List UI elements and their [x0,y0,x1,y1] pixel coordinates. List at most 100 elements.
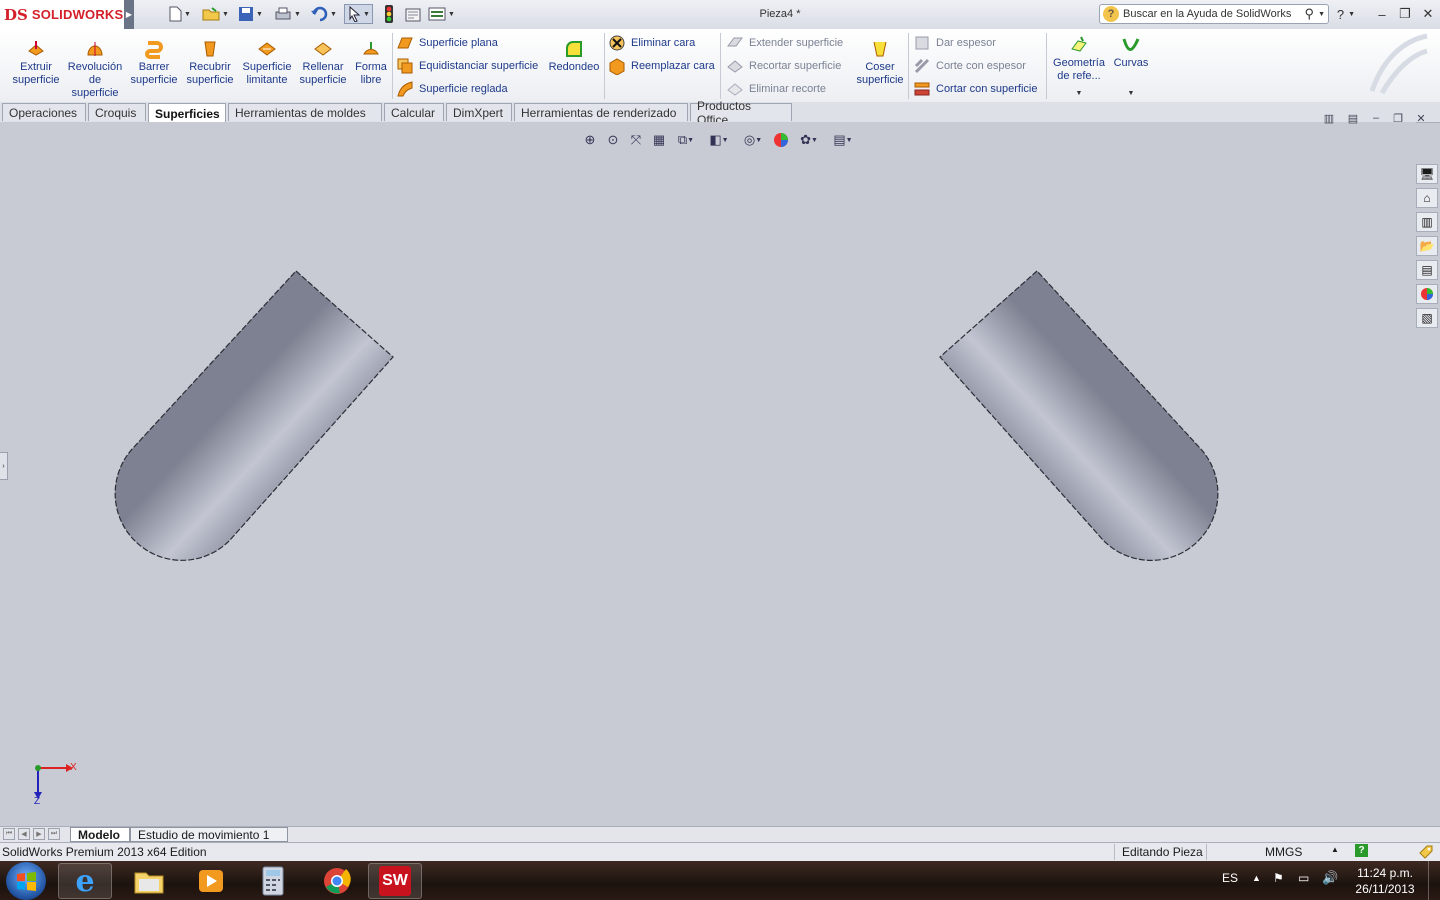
tab-croquis[interactable]: Croquis [88,103,146,121]
surface-cut-button[interactable]: Cortar con superficie [913,79,1038,99]
revolve-surface-button[interactable]: Revolución de superficie [66,39,124,100]
extrude-surface-label: Extruir superficie [12,61,60,86]
extrude-surface-icon [28,41,44,56]
language-indicator[interactable]: ES [1222,871,1238,885]
search-icon[interactable]: ⚲ [1305,6,1315,22]
first-tab-icon[interactable]: ⏮ [3,828,15,840]
right-surface-body[interactable] [939,270,1219,561]
help-search-input[interactable]: Buscar en la Ayuda de SolidWorks [1123,8,1291,20]
ruled-surface-button[interactable]: Superficie reglada [396,79,508,99]
extrude-surface-button[interactable]: Extruir superficie [8,39,64,87]
custom-properties-icon[interactable]: ▧ [1416,308,1438,328]
rebuild-button[interactable] [384,4,394,24]
taskbar-solidworks[interactable]: SW [368,863,422,899]
view-palette-icon[interactable]: ▤ [1416,260,1438,280]
boundary-surface-label: Superficie limitante [242,61,292,86]
curves-label: Curvas [1113,57,1149,69]
graphics-area[interactable]: ⊕ ⊙ ⤧ ▦ ⧉▼ ◧▼ ◎▼ ✿▼ ▤▼ ▥ ▤ – ❐ ✕ › [0,112,1426,826]
help-search-box[interactable]: ? Buscar en la Ayuda de SolidWorks ⚲ ▼ [1099,4,1329,24]
taskbar-file-explorer[interactable] [122,863,176,899]
tab-herramientas-de-renderizado[interactable]: Herramientas de renderizado [514,103,688,121]
show-desktop-button[interactable] [1428,861,1440,900]
reference-geometry-dropdown-icon[interactable]: ▼ [1076,87,1083,100]
title-bar: DS SOLIDWORKS ▶ ▼ ▼ ▼ ▼ ▼ ▼ ▼ Pieza4 * ?… [0,0,1440,30]
planar-surface-button[interactable]: Superficie plana [396,33,498,53]
clock-date[interactable]: 26/11/2013 [1350,882,1420,896]
tab-superficies[interactable]: Superficies [148,103,226,123]
volume-icon[interactable]: 🔊 [1322,870,1338,886]
untrim-surface-button[interactable]: Eliminar recorte [726,79,826,99]
tab-productos-office[interactable]: Productos Office [690,99,792,127]
save-button[interactable]: ▼ [238,4,263,24]
file-explorer-icon[interactable]: 📂 [1416,236,1438,256]
open-button[interactable]: ▼ [202,4,229,24]
print-button[interactable]: ▼ [274,4,301,24]
options-icon [428,7,446,21]
tab-dimxpert[interactable]: DimXpert [446,103,512,121]
start-button[interactable] [6,862,46,900]
tag-icon[interactable] [1418,845,1434,859]
open-folder-icon [202,7,220,21]
curves-button[interactable]: Curvas ▼ [1110,35,1152,100]
thicken-button[interactable]: Dar espesor [913,33,996,53]
taskbar-chrome[interactable] [310,863,364,899]
ruled-surface-icon [397,81,413,97]
minimize-window-icon[interactable]: – [1372,4,1392,24]
restore-window-icon[interactable]: ❐ [1395,4,1415,24]
save-icon [239,7,253,21]
delete-face-button[interactable]: Eliminar cara [608,33,695,53]
quick-tips-icon[interactable]: ? [1355,844,1368,857]
options-button[interactable]: ▼ [428,4,455,24]
tab-estudio-de-movimiento[interactable]: Estudio de movimiento 1 [130,827,288,842]
last-tab-icon[interactable]: ⏭ [48,828,60,840]
search-dropdown-icon[interactable]: ▼ [1318,11,1325,18]
close-window-icon[interactable]: ✕ [1418,4,1438,24]
left-surface-body[interactable] [114,270,394,561]
sweep-surface-button[interactable]: Barrer superficie [128,39,180,87]
appearances-icon[interactable] [1416,284,1438,304]
tab-modelo[interactable]: Modelo [70,827,130,842]
knit-surface-button[interactable]: Coser superficie [852,39,908,87]
solidworks-logo[interactable]: DS SOLIDWORKS [0,0,124,29]
prev-tab-icon[interactable]: ◀ [18,828,30,840]
reference-geometry-button[interactable]: Geometría de refe... ▼ [1052,35,1106,100]
taskbar-internet-explorer[interactable]: e [58,863,112,899]
action-center-icon[interactable]: ⚑ [1273,871,1284,885]
select-button[interactable]: ▼ [344,4,373,24]
new-document-button[interactable]: ▼ [168,4,191,24]
thickened-cut-button[interactable]: Corte con espesor [913,56,1026,76]
window-title: Pieza4 * [759,8,801,20]
undo-button[interactable]: ▼ [310,4,337,24]
trim-surface-button[interactable]: Recortar superficie [726,56,841,76]
delete-face-label: Eliminar cara [631,37,696,49]
fillet-button[interactable]: Redondeo [546,39,602,74]
design-library-icon[interactable]: ▥ [1416,212,1438,232]
extend-surface-button[interactable]: Extender superficie [726,33,843,53]
menu-expand-arrow[interactable]: ▶ [124,0,134,29]
triad-z-label: Z [34,796,41,807]
units-text[interactable]: MMGS [1265,845,1302,859]
network-icon[interactable]: ▭ [1298,871,1309,885]
loft-surface-button[interactable]: Recubrir superficie [184,39,236,87]
taskbar-calculator[interactable] [246,863,300,899]
clock-time[interactable]: 11:24 p.m. [1350,866,1420,880]
tab-operaciones[interactable]: Operaciones [2,103,86,121]
solidworks-resources-icon[interactable]: 🖥 [1416,164,1438,184]
taskbar-media-player[interactable] [184,863,238,899]
ribbon-separator [1046,33,1047,99]
tab-calcular[interactable]: Calcular [384,103,444,121]
replace-face-button[interactable]: Reemplazar cara [608,56,715,76]
units-up-arrow-icon[interactable]: ▲ [1331,845,1339,854]
status-divider [1206,844,1207,860]
show-hidden-icons[interactable]: ▲ [1252,873,1261,883]
offset-surface-button[interactable]: Equidistanciar superficie [396,56,538,76]
fill-surface-button[interactable]: Rellenar superficie [296,39,350,87]
next-tab-icon[interactable]: ▶ [33,828,45,840]
curves-dropdown-icon[interactable]: ▼ [1128,87,1135,100]
help-menu-button[interactable]: ? ▼ [1336,4,1356,24]
file-properties-button[interactable] [404,4,422,24]
boundary-surface-button[interactable]: Superficie limitante [240,39,294,87]
tab-herramientas-de-moldes[interactable]: Herramientas de moldes [228,103,382,121]
home-icon[interactable]: ⌂ [1416,188,1438,208]
freeform-button[interactable]: Forma libre [352,39,390,87]
